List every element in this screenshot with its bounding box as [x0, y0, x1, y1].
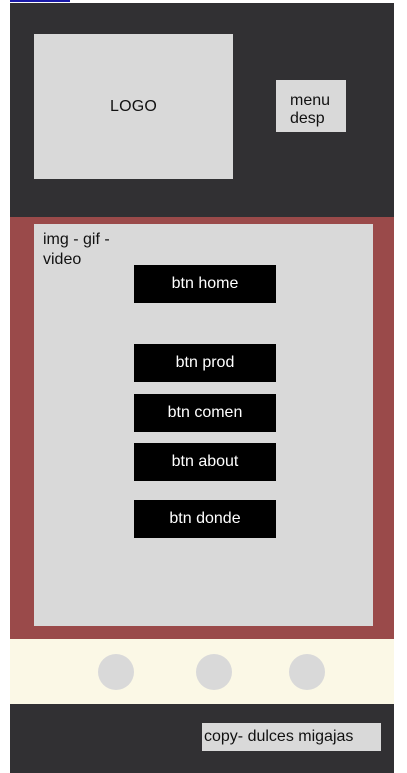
social-circle-2[interactable] [196, 654, 232, 690]
media-placeholder-label: img - gif - video [43, 231, 110, 268]
btn-comen[interactable]: btn comen [134, 394, 276, 432]
menu-label-line-1: menu [290, 92, 331, 109]
logo-placeholder[interactable]: LOGO [34, 34, 233, 179]
social-circle-1[interactable] [98, 654, 134, 690]
footer: copy- dulces migajas [10, 704, 394, 773]
btn-about[interactable]: btn about [134, 443, 276, 481]
btn-prod[interactable]: btn prod [134, 344, 276, 382]
social-circle-3[interactable] [289, 654, 325, 690]
social-links-band [10, 639, 394, 704]
menu-desplegable-button[interactable]: menu desp [276, 80, 346, 132]
hero-section: img - gif - video btn home btn prod btn … [10, 217, 394, 639]
media-placeholder: img - gif - video btn home btn prod btn … [34, 224, 373, 626]
logo-text: LOGO [109, 97, 158, 115]
menu-label-line-2: desp [290, 110, 325, 127]
btn-home[interactable]: btn home [134, 265, 276, 303]
mobile-wireframe: LOGO menu desp img - gif - video btn hom… [10, 0, 394, 773]
copyright-text: copy- dulces migajas [202, 723, 381, 751]
header: LOGO menu desp [10, 3, 394, 217]
btn-donde[interactable]: btn donde [134, 500, 276, 538]
